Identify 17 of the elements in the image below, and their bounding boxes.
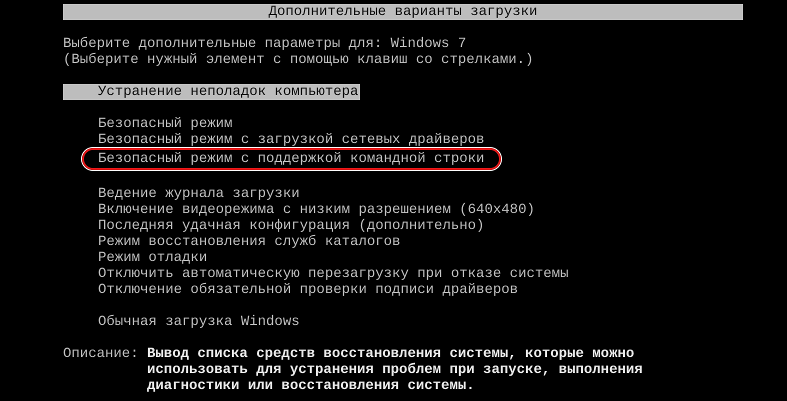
boot-menu-item[interactable]: Безопасный режим с загрузкой сетевых драйверов [63,132,486,148]
boot-menu-item[interactable]: Режим отладки [63,250,210,266]
boot-menu-item[interactable]: Ведение журнала загрузки [63,186,302,202]
prompt-text: Выберите дополнительные параметры для: Windows 7 [63,36,468,52]
header-bar: Дополнительные варианты загрузки [63,4,743,20]
boot-menu-item[interactable]: Отключение обязательной проверки подписи драйверов [63,282,520,298]
boot-menu-item[interactable]: Обычная загрузка Windows [63,314,302,330]
prompt-text: (Выберите нужный элемент с помощью клавиш со стрелками.) [63,52,534,68]
boot-menu-item[interactable]: Включение видеорежима с низким разрешением (640x480) [63,202,537,218]
description-text: Вывод списка средств восстановления системы, которые можно использовать для устранения проблем при запуске, выполнения диагностики или восстановления системы. [147,346,643,394]
boot-menu-item[interactable]: Безопасный режим с поддержкой командной строки [63,151,486,167]
boot-menu-item[interactable]: Безопасный режим [63,116,234,132]
boot-menu-item[interactable]: Устранение неполадок компьютера [63,84,360,100]
boot-menu-item[interactable]: Отключить автоматическую перезагрузку при отказе системы [63,266,570,282]
description-label: Описание: [63,346,140,364]
boot-menu-item[interactable]: Режим восстановления служб каталогов [63,234,402,250]
boot-menu-item[interactable]: Последняя удачная конфигурация (дополнительно) [63,218,486,234]
